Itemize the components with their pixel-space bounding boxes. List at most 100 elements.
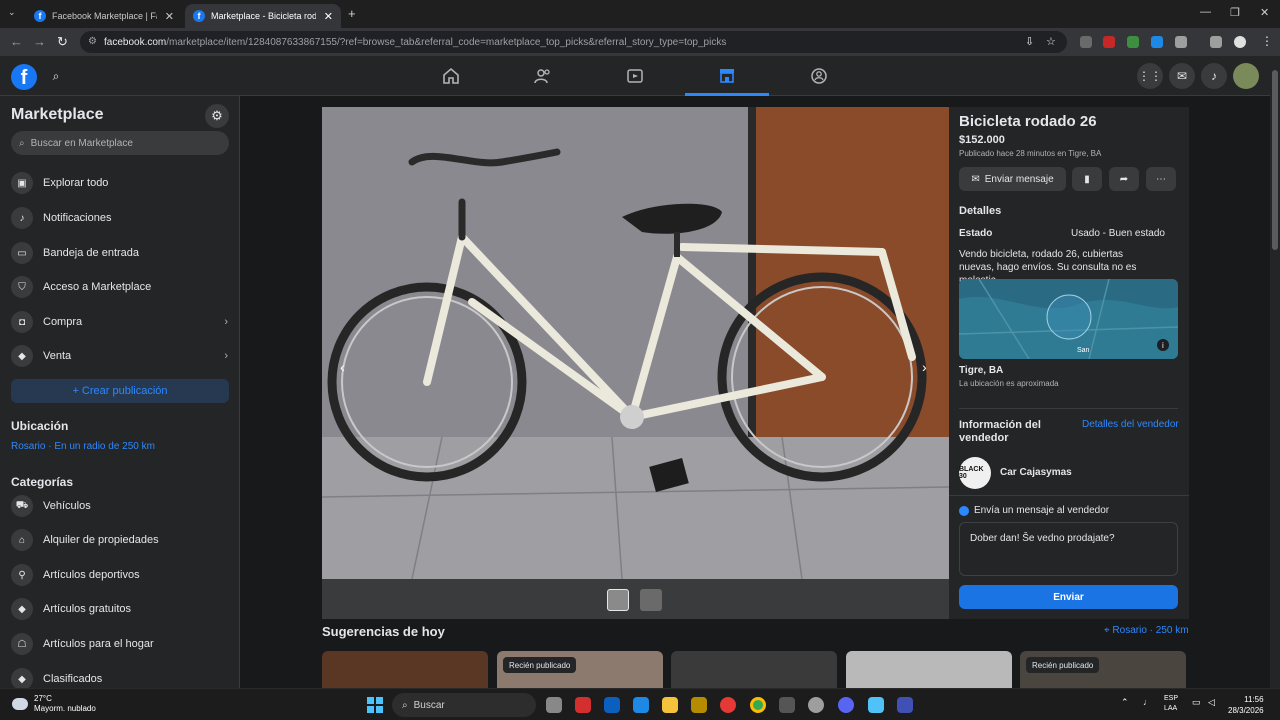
tab-facebook-marketplace[interactable]: f Facebook Marketplace | Facebo ✕	[26, 4, 182, 28]
save-button[interactable]: ▮	[1072, 167, 1102, 191]
extension-icon[interactable]	[1103, 36, 1115, 48]
seller-details-link[interactable]: Detalles del vendedor	[1082, 419, 1179, 430]
extension-icon[interactable]	[1151, 36, 1163, 48]
media-player-icon[interactable]	[720, 697, 736, 713]
bell-icon: ♪	[11, 207, 33, 229]
category-vehiculos[interactable]: ⛟ Vehículos	[0, 490, 239, 522]
share-button[interactable]: ➦	[1109, 167, 1139, 191]
menu-grid-icon[interactable]: ⋮⋮	[1137, 63, 1163, 89]
suggestions-location-link[interactable]: ⌖ Rosario · 250 km	[1104, 625, 1189, 636]
windows-start-icon[interactable]	[367, 697, 383, 713]
settings-gear-icon[interactable]: ⚙	[205, 104, 229, 128]
reading-list-icon[interactable]	[1210, 36, 1222, 48]
divider	[959, 408, 1178, 409]
new-tab-icon[interactable]: +	[348, 6, 356, 21]
close-tab-icon[interactable]: ✕	[324, 10, 333, 23]
close-window-icon[interactable]: ✕	[1260, 6, 1269, 19]
site-info-icon[interactable]: ⚙	[88, 36, 97, 47]
tab-friends[interactable]	[501, 56, 585, 96]
language-indicator[interactable]: ESP LAA	[1164, 694, 1178, 714]
seller-avatar[interactable]: BLACK 30	[959, 457, 991, 489]
taskbar-search[interactable]: ⌕ Buscar	[392, 693, 536, 717]
photo-thumbnail[interactable]	[640, 589, 662, 611]
suggestion-card[interactable]	[846, 651, 1012, 691]
category-deportivos[interactable]: ⚲ Artículos deportivos	[0, 559, 239, 591]
forward-icon[interactable]: →	[33, 34, 46, 49]
restore-icon[interactable]: ❐	[1230, 6, 1240, 19]
task-view-icon[interactable]	[546, 697, 562, 713]
bookmark-star-icon[interactable]: ☆	[1046, 35, 1056, 48]
photo-thumbnail[interactable]	[607, 589, 629, 611]
category-clasificados[interactable]: ◆ Clasificados	[0, 663, 239, 688]
chrome-icon[interactable]	[750, 697, 766, 713]
network-icon[interactable]: ▭	[1192, 697, 1201, 708]
message-input[interactable]: Dober dan! Še vedno prodajate?	[959, 522, 1178, 576]
store-icon[interactable]	[604, 697, 620, 713]
suggestion-card[interactable]: Recién publicado	[1020, 651, 1186, 691]
sidebar-item-notificaciones[interactable]: ♪ Notificaciones	[0, 202, 239, 234]
tab-video[interactable]	[593, 56, 677, 96]
notifications-bell-icon[interactable]: ♪	[1201, 63, 1227, 89]
facebook-logo-icon[interactable]: f	[11, 64, 37, 90]
app-icon[interactable]	[897, 697, 913, 713]
tab-groups[interactable]	[777, 56, 861, 96]
create-listing-button[interactable]: + Crear publicación	[11, 379, 229, 403]
next-photo-icon[interactable]: ›	[922, 359, 927, 375]
profile-icon[interactable]	[1234, 36, 1246, 48]
location-map[interactable]: i San	[959, 279, 1178, 359]
weather-widget[interactable]: 27°C Mayorm. nublado	[12, 694, 96, 714]
back-icon[interactable]: ←	[10, 34, 23, 49]
app-icon[interactable]	[779, 697, 795, 713]
sidebar-item-explorar-todo[interactable]: ▣ Explorar todo	[0, 167, 239, 199]
address-bar[interactable]: ⚙ facebook.com/marketplace/item/12840876…	[80, 31, 1067, 53]
category-alquiler[interactable]: ⌂ Alquiler de propiedades	[0, 524, 239, 556]
extension-icon[interactable]	[1127, 36, 1139, 48]
messenger-icon[interactable]: ✉	[1169, 63, 1195, 89]
sidebar-item-acceso[interactable]: ⛉ Acceso a Marketplace	[0, 271, 239, 303]
category-hogar[interactable]: ☖ Artículos para el hogar	[0, 628, 239, 660]
suggestion-card[interactable]	[322, 651, 488, 691]
sidebar-item-bandeja[interactable]: ▭ Bandeja de entrada	[0, 237, 239, 269]
location-filter-link[interactable]: Rosario · En un radio de 250 km	[11, 441, 155, 452]
discord-icon[interactable]	[838, 697, 854, 713]
file-explorer-icon[interactable]	[662, 697, 678, 713]
tab-home[interactable]	[409, 56, 493, 96]
minimize-icon[interactable]: —	[1200, 6, 1211, 18]
previous-photo-icon[interactable]: ‹	[340, 359, 345, 375]
extension-icon[interactable]	[1080, 36, 1092, 48]
close-tab-icon[interactable]: ✕	[165, 10, 174, 23]
suggestion-card[interactable]: Recién publicado	[497, 651, 663, 691]
search-icon[interactable]: ⌕	[43, 63, 69, 89]
shield-icon: ⛉	[11, 276, 33, 298]
reload-icon[interactable]: ↻	[57, 34, 68, 50]
clock[interactable]: 11:56 28/3/2026	[1228, 694, 1264, 716]
send-button[interactable]: Enviar	[959, 585, 1178, 609]
photos-icon[interactable]	[868, 697, 884, 713]
search-placeholder: Buscar en Marketplace	[30, 137, 133, 149]
category-gratuitos[interactable]: ◆ Artículos gratuitos	[0, 593, 239, 625]
browser-menu-icon[interactable]: ⋮	[1261, 34, 1273, 48]
show-hidden-icons-icon[interactable]: ⌃	[1121, 697, 1129, 708]
extensions-puzzle-icon[interactable]	[1175, 36, 1187, 48]
send-message-button[interactable]: ✉ Enviar mensaje	[959, 167, 1066, 191]
seller-name[interactable]: Car Cajasymas	[1000, 467, 1072, 478]
tab-marketplace-listing[interactable]: f Marketplace - Bicicleta rodado ✕	[185, 4, 341, 28]
app-icon[interactable]	[808, 697, 824, 713]
app-icon[interactable]	[691, 697, 707, 713]
location-pin-icon: ⌖	[1104, 625, 1110, 636]
page-scrollbar[interactable]	[1270, 56, 1280, 688]
app-icon[interactable]	[575, 697, 591, 713]
account-avatar[interactable]	[1233, 63, 1259, 89]
microphone-icon[interactable]: ♩	[1143, 697, 1152, 707]
more-options-button[interactable]: ⋯	[1146, 167, 1176, 191]
tab-search-icon[interactable]: ⌄	[8, 7, 16, 18]
volume-icon[interactable]: ◁	[1208, 697, 1215, 708]
suggestion-card[interactable]	[671, 651, 837, 691]
install-icon[interactable]: ⇩	[1025, 35, 1034, 48]
scrollbar-thumb[interactable]	[1272, 70, 1278, 250]
sidebar-item-compra[interactable]: ◘ Compra ›	[0, 306, 239, 338]
outlook-icon[interactable]	[633, 697, 649, 713]
sidebar-item-venta[interactable]: ◆ Venta ›	[0, 340, 239, 372]
marketplace-search-input[interactable]: ⌕ Buscar en Marketplace	[11, 131, 229, 155]
tab-marketplace[interactable]	[685, 56, 769, 96]
